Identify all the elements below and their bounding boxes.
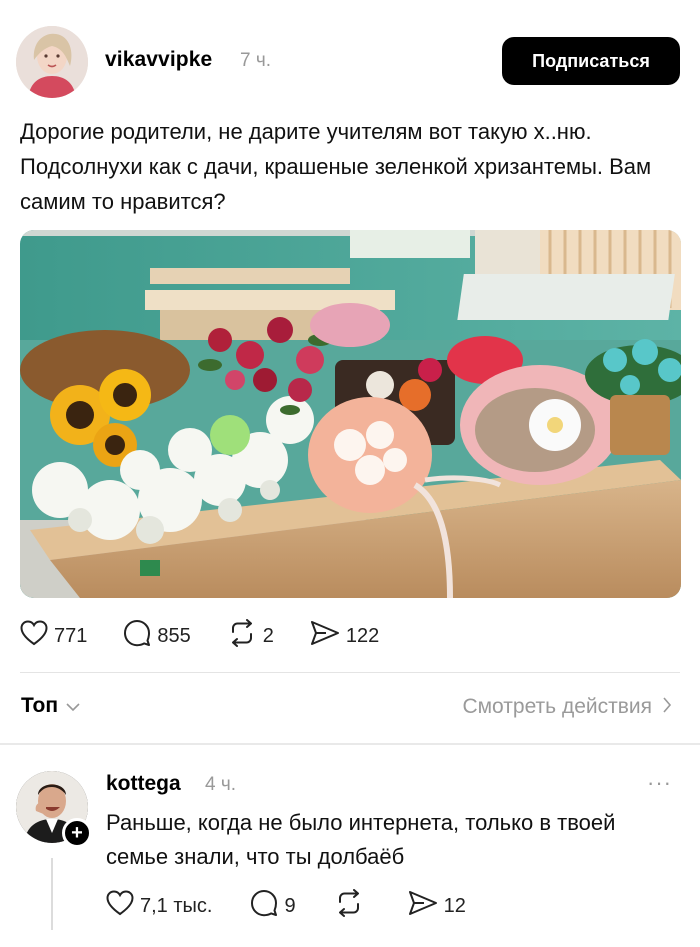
chevron-right-icon — [652, 695, 672, 719]
more-options-icon[interactable]: ··· — [647, 770, 672, 796]
post-timestamp: 7 ч. — [240, 50, 272, 71]
comment-button[interactable]: 855 — [123, 619, 191, 653]
post-photo[interactable] — [20, 230, 681, 598]
commenter-username[interactable]: kottega — [106, 772, 181, 796]
repost-icon — [227, 619, 263, 653]
comment-like-count: 7,1 тыс. — [140, 894, 213, 917]
follow-plus-button[interactable]: + — [62, 818, 92, 848]
comment-share-button[interactable]: 12 — [408, 890, 466, 922]
divider — [0, 743, 700, 745]
comment-reply-count: 9 — [284, 894, 296, 917]
heart-icon — [106, 890, 140, 922]
comment-count: 855 — [157, 624, 191, 647]
like-count: 771 — [54, 624, 88, 647]
author-avatar[interactable] — [16, 26, 88, 98]
comment-timestamp: 4 ч. — [205, 774, 237, 795]
share-button[interactable]: 122 — [310, 620, 379, 652]
follow-button[interactable]: Подписаться — [502, 37, 680, 85]
comment-share-count: 12 — [443, 894, 466, 917]
like-button[interactable]: 771 — [20, 620, 87, 652]
repost-icon — [334, 889, 370, 923]
comment-actions: 7,1 тыс. 9 12 — [106, 888, 504, 924]
speech-bubble-icon — [123, 619, 157, 653]
repost-button[interactable]: 2 — [227, 619, 274, 653]
chevron-down-icon — [58, 694, 80, 718]
comment-repost-button[interactable] — [334, 889, 370, 923]
comment-like-button[interactable]: 7,1 тыс. — [106, 890, 212, 922]
post-text: Дорогие родители, не дарите учителям вот… — [20, 119, 652, 214]
view-activity-link[interactable]: Смотреть действия — [462, 695, 672, 719]
speech-bubble-icon — [250, 889, 284, 923]
comment-reply-button[interactable]: 9 — [250, 889, 296, 923]
divider — [20, 672, 680, 673]
post-actions: 771 855 2 122 — [20, 618, 415, 654]
heart-icon — [20, 620, 54, 652]
repost-count: 2 — [262, 624, 274, 647]
send-icon — [310, 620, 346, 652]
share-count: 122 — [345, 624, 380, 647]
sort-dropdown[interactable]: Топ — [21, 694, 80, 718]
comment-text: Раньше, когда не было интернета, только … — [106, 810, 616, 869]
author-username[interactable]: vikavvipke — [105, 48, 212, 72]
thread-line — [51, 858, 53, 930]
post-header: vikavvipke 7 ч. Подписаться — [16, 26, 684, 98]
sort-label: Топ — [21, 694, 59, 717]
view-activity-label: Смотреть действия — [462, 695, 652, 718]
send-icon — [408, 890, 444, 922]
